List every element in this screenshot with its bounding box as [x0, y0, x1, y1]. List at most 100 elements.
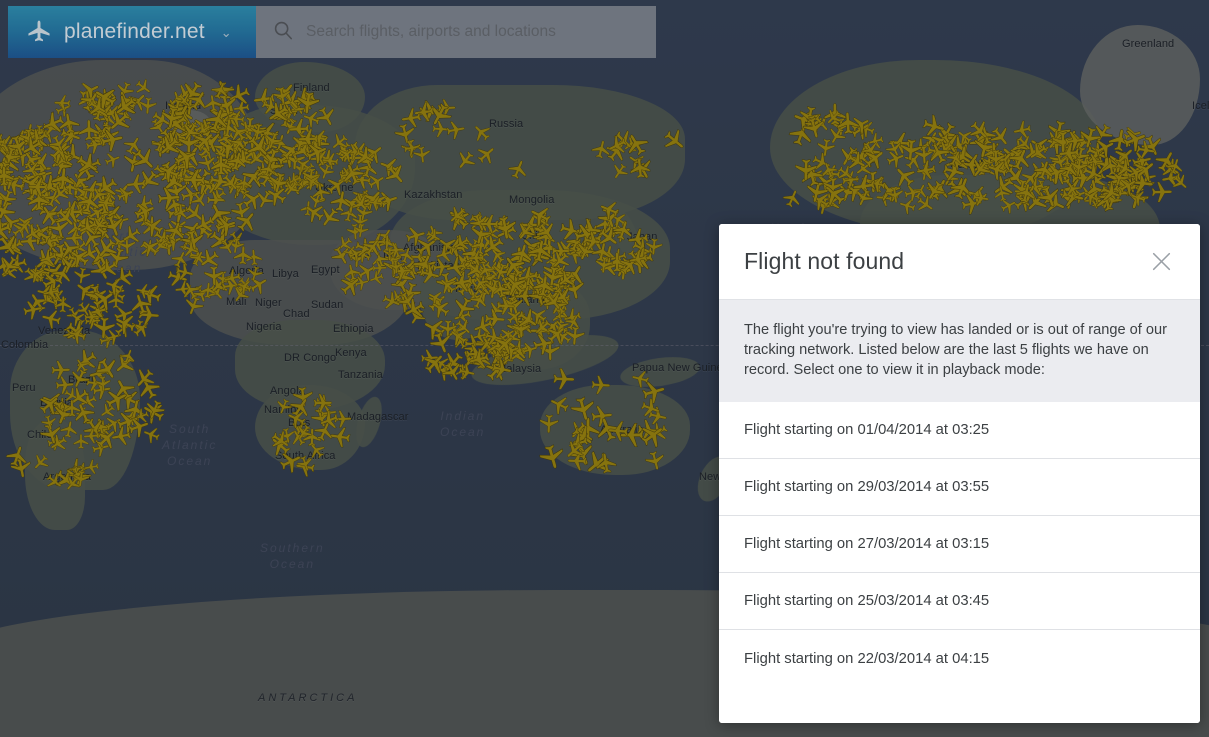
- aircraft-marker[interactable]: [0, 259, 23, 285]
- aircraft-marker[interactable]: [127, 315, 156, 344]
- aircraft-marker[interactable]: [454, 363, 473, 382]
- aircraft-marker[interactable]: [65, 306, 90, 331]
- flight-history-list: Flight starting on 01/04/2014 at 03:25 Fl…: [719, 402, 1200, 723]
- aircraft-marker[interactable]: [1148, 179, 1173, 204]
- aircraft-marker[interactable]: [53, 295, 73, 315]
- aircraft-marker[interactable]: [1159, 165, 1185, 191]
- aircraft-marker[interactable]: [85, 297, 112, 324]
- aircraft-marker[interactable]: [1135, 165, 1162, 192]
- aircraft-marker[interactable]: [84, 306, 108, 330]
- aircraft-marker[interactable]: [1122, 160, 1148, 186]
- aircraft-marker[interactable]: [110, 308, 143, 341]
- aircraft-marker[interactable]: [17, 261, 46, 290]
- flight-history-item[interactable]: Flight starting on 01/04/2014 at 03:25: [719, 402, 1200, 459]
- aircraft-marker[interactable]: [135, 302, 161, 328]
- aircraft-marker[interactable]: [70, 275, 103, 308]
- search-bar[interactable]: [256, 6, 656, 58]
- dialog-title: Flight not found: [744, 248, 905, 274]
- map-label: South Atlantic Ocean: [162, 422, 218, 468]
- aircraft-marker[interactable]: [36, 286, 61, 311]
- aircraft-marker[interactable]: [84, 281, 109, 306]
- dialog-message: The flight you're trying to view has lan…: [744, 322, 1167, 378]
- search-input[interactable]: [306, 23, 642, 41]
- map-label: Indian Ocean: [440, 409, 486, 439]
- aircraft-marker[interactable]: [1108, 141, 1141, 174]
- aircraft-marker[interactable]: [1127, 148, 1154, 175]
- aircraft-marker[interactable]: [126, 290, 156, 320]
- aircraft-marker[interactable]: [29, 258, 55, 284]
- land-australia: [540, 385, 690, 475]
- brand-name: planefinder.net: [64, 20, 205, 43]
- aircraft-marker[interactable]: [22, 287, 54, 319]
- aircraft-marker[interactable]: [141, 395, 170, 424]
- aircraft-marker[interactable]: [134, 281, 154, 301]
- aircraft-marker[interactable]: [135, 279, 167, 311]
- flight-history-item[interactable]: Flight starting on 27/03/2014 at 03:15: [719, 516, 1200, 573]
- aircraft-marker[interactable]: [36, 267, 67, 298]
- aircraft-marker[interactable]: [1163, 156, 1186, 179]
- aircraft-marker[interactable]: [83, 295, 114, 326]
- aircraft-marker[interactable]: [1105, 145, 1136, 176]
- aircraft-marker[interactable]: [109, 301, 137, 329]
- aircraft-marker[interactable]: [27, 264, 48, 285]
- aircraft-marker[interactable]: [85, 283, 120, 318]
- aircraft-marker[interactable]: [40, 280, 64, 304]
- aircraft-marker[interactable]: [1126, 151, 1157, 182]
- aircraft-marker[interactable]: [106, 292, 125, 311]
- aircraft-marker[interactable]: [82, 311, 102, 331]
- aircraft-marker[interactable]: [437, 355, 468, 386]
- aircraft-marker[interactable]: [103, 282, 130, 309]
- aircraft-marker[interactable]: [1126, 153, 1163, 190]
- aircraft-marker[interactable]: [460, 338, 484, 362]
- dialog-header: Flight not found: [719, 224, 1200, 300]
- flight-history-item[interactable]: Flight starting on 29/03/2014 at 03:55: [719, 459, 1200, 516]
- aircraft-marker[interactable]: [1154, 152, 1185, 183]
- aircraft-marker[interactable]: [431, 357, 459, 385]
- flight-history-item[interactable]: Flight starting on 25/03/2014 at 03:45: [719, 573, 1200, 630]
- aircraft-marker[interactable]: [72, 297, 96, 321]
- aircraft-marker[interactable]: [102, 273, 128, 299]
- aircraft-marker[interactable]: [1103, 151, 1133, 181]
- aircraft-marker[interactable]: [38, 305, 65, 332]
- aircraft-marker[interactable]: [1166, 169, 1192, 195]
- aircraft-marker[interactable]: [1108, 152, 1136, 180]
- chevron-down-icon[interactable]: ⌄: [221, 26, 232, 39]
- aircraft-marker[interactable]: [105, 281, 127, 303]
- aircraft-marker[interactable]: [1110, 154, 1138, 182]
- aircraft-marker[interactable]: [418, 347, 439, 368]
- map-label: Southern Ocean: [260, 541, 325, 571]
- aircraft-marker[interactable]: [39, 277, 69, 307]
- aircraft-marker[interactable]: [0, 250, 25, 280]
- search-icon: [272, 19, 294, 46]
- top-bar: planefinder.net ⌄: [8, 6, 656, 58]
- aircraft-marker[interactable]: [417, 347, 452, 382]
- aircraft-marker[interactable]: [1149, 145, 1183, 179]
- land-southern-africa: [255, 385, 365, 470]
- aircraft-marker[interactable]: [82, 308, 100, 326]
- aircraft-marker[interactable]: [4, 251, 32, 279]
- aircraft-marker[interactable]: [436, 344, 471, 379]
- land-greenland: [1080, 25, 1200, 145]
- aircraft-marker[interactable]: [0, 255, 17, 280]
- aircraft-marker[interactable]: [19, 297, 45, 323]
- close-icon[interactable]: [1144, 245, 1178, 279]
- aircraft-marker[interactable]: [62, 302, 85, 325]
- aircraft-marker[interactable]: [42, 284, 72, 314]
- flight-history-item[interactable]: Flight starting on 22/03/2014 at 04:15: [719, 630, 1200, 687]
- aircraft-marker[interactable]: [1099, 155, 1123, 179]
- aircraft-marker[interactable]: [163, 262, 192, 291]
- land-iceland: [168, 110, 210, 134]
- aircraft-marker[interactable]: [136, 396, 170, 430]
- dialog-body: The flight you're trying to view has lan…: [719, 300, 1200, 402]
- aircraft-marker[interactable]: [34, 281, 58, 305]
- land-south-america-south: [25, 420, 85, 530]
- brand-logo-button[interactable]: planefinder.net ⌄: [8, 6, 256, 58]
- flight-not-found-dialog: Flight not found The flight you're tryin…: [719, 224, 1200, 723]
- aircraft-marker[interactable]: [128, 316, 150, 338]
- aircraft-marker[interactable]: [24, 262, 51, 289]
- aircraft-marker[interactable]: [429, 351, 455, 377]
- aircraft-marker[interactable]: [109, 315, 137, 343]
- aircraft-marker[interactable]: [82, 280, 110, 308]
- planefinder-app: Iceland Greenland Icel Canada Finland Swed Rus…: [0, 0, 1209, 737]
- aircraft-marker[interactable]: [140, 423, 165, 448]
